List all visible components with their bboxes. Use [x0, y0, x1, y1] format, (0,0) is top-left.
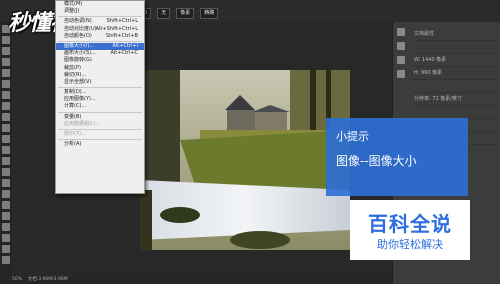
menu-item-label: 模式(M): [64, 1, 83, 7]
tool-icon[interactable]: [2, 190, 10, 198]
menu-separator: [58, 129, 142, 130]
menu-item[interactable]: 裁剪(P): [56, 65, 144, 72]
menu-item-label: 图像大小(I)...: [64, 42, 95, 49]
menu-item-label: 自动颜色(O): [64, 32, 92, 39]
tool-icon[interactable]: [2, 124, 10, 132]
menu-item-label: 复制(D)...: [64, 89, 87, 96]
property-row: 分辨率: 72 像素/英寸: [412, 93, 498, 106]
menu-item-label: 裁剪(P): [64, 64, 81, 71]
image-menu[interactable]: 模式(M) 调整(J) 自动色调(N) Shift+Ctrl+L 自动对比度(U) Alt…: [55, 0, 145, 194]
menu-item[interactable]: 自动色调(N) Shift+Ctrl+L: [56, 18, 144, 25]
menu-item-label: 计算(C)...: [64, 103, 87, 110]
menu-item[interactable]: 分析(A): [56, 141, 144, 148]
menu-separator: [58, 87, 142, 89]
tool-icon[interactable]: [2, 36, 10, 44]
tool-icon[interactable]: [2, 135, 10, 143]
tool-icon[interactable]: [2, 256, 10, 264]
tool-icon[interactable]: [2, 212, 10, 220]
tool-icon[interactable]: [2, 102, 10, 110]
menu-item-label: 应用数据组(L)...: [64, 120, 101, 127]
menu-item[interactable]: 调整(J): [56, 8, 144, 15]
property-row: [412, 41, 498, 54]
menu-item-label: 分析(A): [64, 141, 82, 148]
brand-sub: 助你轻松解决: [377, 238, 443, 251]
menu-item[interactable]: 图像旋转(G): [56, 57, 144, 64]
tool-icon[interactable]: [2, 157, 10, 165]
menu-item-label: 显示全部(V): [64, 78, 92, 85]
tool-icon[interactable]: [2, 179, 10, 187]
tool-icon[interactable]: [2, 201, 10, 209]
brush-icon[interactable]: [397, 70, 405, 78]
property-row: H: 960 像素: [412, 67, 498, 80]
doc-size: 文档:3.96M/3.96M: [27, 277, 68, 282]
menu-item[interactable]: 自动对比度(U) Alt+Shift+Ctrl+L: [56, 26, 144, 33]
tip-body: 图像--图像大小: [336, 154, 417, 168]
tool-icon[interactable]: [2, 91, 10, 99]
tools-panel: [0, 22, 12, 284]
property-row: W: 1440 像素: [412, 54, 498, 67]
status-bar: 50% 文档:3.96M/3.96M: [12, 276, 392, 284]
menu-item[interactable]: 自动颜色(O) Shift+Ctrl+B: [56, 33, 144, 40]
options-fields: 0 无像素 精确: [140, 7, 219, 19]
option-field[interactable]: 无: [157, 7, 171, 19]
tool-icon[interactable]: [2, 168, 10, 176]
tool-icon[interactable]: [2, 113, 10, 121]
zoom-level[interactable]: 50%: [12, 277, 22, 282]
brand-main: 百科全说: [368, 212, 452, 236]
menu-item[interactable]: 应用数据组(L)...: [56, 121, 144, 128]
menu-item-label: 变量(B): [64, 113, 82, 120]
menu-item[interactable]: 变量(B): [56, 114, 144, 121]
property-row: [412, 80, 498, 93]
option-field[interactable]: 像素: [176, 7, 195, 19]
menu-separator: [58, 40, 142, 42]
menu-item-shortcut: Alt+Ctrl+I: [112, 42, 138, 49]
tool-icon[interactable]: [2, 69, 10, 77]
history-icon[interactable]: [397, 28, 405, 36]
tip-title: 小提示: [336, 130, 369, 143]
menu-item-label: 画布大小(S)...: [64, 50, 96, 57]
menu-item[interactable]: 显示全部(V): [56, 79, 144, 86]
menu-item-label: 陷印(T)...: [64, 131, 86, 137]
properties-icon[interactable]: [397, 42, 405, 50]
tool-icon[interactable]: [2, 146, 10, 154]
menu-item-shortcut: Alt+Ctrl+C: [110, 50, 138, 57]
tip-overlay: 小提示 图像--图像大小: [326, 118, 468, 196]
tool-icon[interactable]: [2, 47, 10, 55]
menu-item-label: 应用图像(Y)...: [64, 96, 96, 103]
tool-icon[interactable]: [2, 245, 10, 253]
menu-item-shortcut: Shift+Ctrl+L: [106, 18, 138, 25]
menu-separator: [58, 111, 142, 113]
menu-item-label: 调整(J): [64, 8, 80, 15]
property-row: 文档属性: [412, 28, 498, 41]
menu-item-shortcut: Shift+Ctrl+B: [105, 32, 138, 39]
menu-item-label: 图像旋转(G): [64, 57, 92, 64]
tool-icon[interactable]: [2, 234, 10, 242]
tool-icon[interactable]: [2, 223, 10, 231]
menu-item[interactable]: 计算(C)...: [56, 103, 144, 110]
menu-item[interactable]: 陷印(T)...: [56, 131, 144, 138]
brand-watermark: 百科全说 助你轻松解决: [350, 200, 470, 260]
landscape-image: [140, 70, 350, 250]
tool-icon[interactable]: [2, 80, 10, 88]
document-photo[interactable]: [140, 70, 350, 250]
menu-item-shortcut: Alt+Shift+Ctrl+L: [95, 25, 138, 32]
menu-item-label: 裁切(R)...: [64, 71, 87, 78]
menu-item-label: 自动对比度(U): [64, 25, 97, 32]
menu-item[interactable]: 裁切(R)...: [56, 72, 144, 79]
menu-item-label: 自动色调(N): [64, 18, 92, 25]
tool-icon[interactable]: [2, 58, 10, 66]
paragraph-icon[interactable]: [397, 56, 405, 64]
option-field[interactable]: 精确: [200, 7, 219, 19]
